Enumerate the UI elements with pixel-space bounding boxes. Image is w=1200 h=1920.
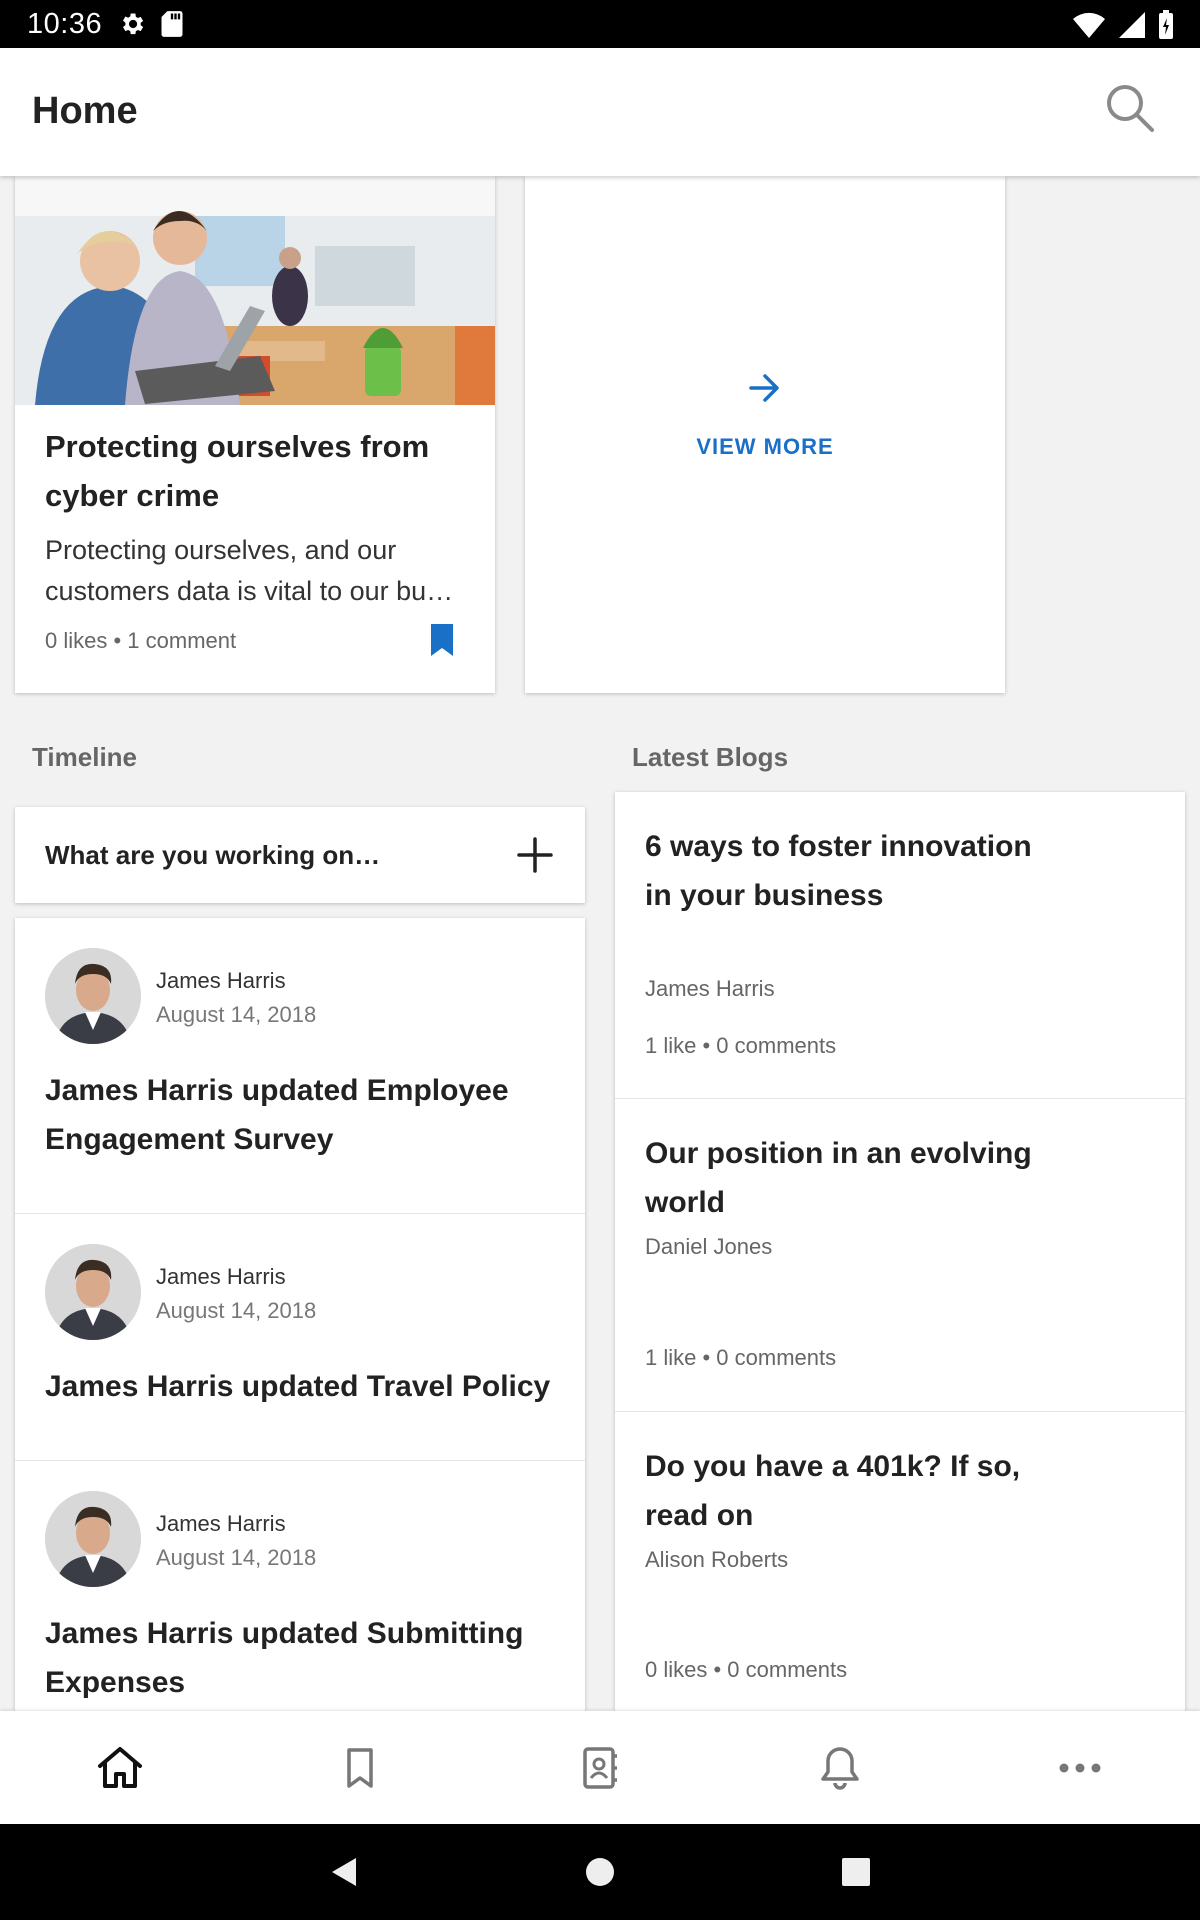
blog-title[interactable]: Our position in an evolving world [645, 1129, 1035, 1227]
article-description: Protecting ourselves, and our customers … [45, 535, 454, 606]
timeline-author[interactable]: James Harris [156, 1511, 286, 1537]
blog-meta: 1 like • 0 comments [645, 1345, 837, 1370]
blog-meta: 0 likes • 0 comments [645, 1657, 848, 1682]
battery-icon [1159, 10, 1173, 39]
timeline-author[interactable]: James Harris [156, 1264, 286, 1290]
blog-author: Daniel Jones [645, 1234, 773, 1259]
person-avatar-icon [45, 1491, 141, 1587]
timeline-text[interactable]: James Harris updated Travel Policy [45, 1362, 565, 1411]
status-time: 10:36 [27, 8, 103, 40]
avatar[interactable] [45, 1244, 141, 1340]
app-bar: Home [0, 48, 1200, 176]
blogs-list: 6 ways to foster innovation in your busi… [615, 792, 1185, 1711]
signal-icon [1119, 12, 1145, 38]
bottom-navigation [0, 1711, 1200, 1824]
blog-title[interactable]: Do you have a 401k? If so, read on [645, 1442, 1035, 1540]
bookmark-icon[interactable] [427, 622, 457, 658]
timeline-date: August 14, 2018 [156, 1298, 317, 1323]
plus-icon[interactable] [515, 835, 555, 875]
bookmark-icon[interactable] [333, 1741, 387, 1795]
blog-item[interactable]: Our position in an evolving world Daniel… [615, 1099, 1185, 1412]
person-avatar-icon [45, 948, 141, 1044]
avatar[interactable] [45, 1491, 141, 1587]
timeline-date: August 14, 2018 [156, 1545, 317, 1570]
timeline-list: James Harris August 14, 2018 James Harri… [15, 918, 585, 1711]
article-title[interactable]: Protecting ourselves from cyber crime [45, 422, 465, 520]
timeline-item[interactable]: James Harris August 14, 2018 James Harri… [15, 1214, 585, 1461]
directory-icon[interactable] [573, 1741, 627, 1795]
status-bar: 10:36 [0, 0, 1200, 48]
compose-post-field[interactable]: What are you working on… [15, 807, 585, 903]
featured-article-card[interactable]: Protecting ourselves from cyber crime Pr… [15, 176, 495, 693]
timeline-item[interactable]: James Harris August 14, 2018 James Harri… [15, 1461, 585, 1711]
blog-meta: 1 like • 0 comments [645, 1033, 837, 1058]
home-button-icon[interactable] [580, 1852, 620, 1892]
view-more-card[interactable]: VIEW MORE [525, 176, 1005, 693]
blog-item[interactable]: Do you have a 401k? If so, read on Aliso… [615, 1412, 1185, 1711]
back-icon[interactable] [324, 1852, 364, 1892]
timeline-section-title: Timeline [32, 742, 138, 772]
timeline-text[interactable]: James Harris updated Submitting Expenses [45, 1609, 565, 1707]
compose-placeholder[interactable]: What are you working on… [45, 840, 380, 871]
blog-item[interactable]: 6 ways to foster innovation in your busi… [615, 792, 1185, 1099]
wifi-icon [1073, 12, 1105, 39]
settings-icon [123, 13, 144, 35]
home-icon[interactable] [93, 1741, 147, 1795]
article-image [15, 176, 495, 405]
blog-author: James Harris [645, 976, 775, 1001]
search-icon[interactable] [1102, 80, 1158, 136]
article-meta: 0 likes • 1 comment [45, 628, 237, 653]
blog-title[interactable]: 6 ways to foster innovation in your busi… [645, 822, 1035, 920]
timeline-date: August 14, 2018 [156, 1002, 317, 1027]
timeline-author[interactable]: James Harris [156, 968, 286, 994]
system-navigation-bar [0, 1824, 1200, 1920]
avatar[interactable] [45, 948, 141, 1044]
person-avatar-icon [45, 1244, 141, 1340]
recents-icon[interactable] [836, 1852, 876, 1892]
arrow-right-icon [749, 374, 779, 402]
sd-card-icon [161, 11, 183, 37]
timeline-text[interactable]: James Harris updated Employee Engagement… [45, 1066, 565, 1164]
timeline-item[interactable]: James Harris August 14, 2018 James Harri… [15, 918, 585, 1214]
blogs-section-title: Latest Blogs [632, 742, 789, 772]
more-icon[interactable] [1053, 1741, 1107, 1795]
page-title: Home [32, 90, 138, 132]
view-more-button[interactable]: VIEW MORE [525, 434, 1005, 460]
blog-author: Alison Roberts [645, 1547, 789, 1572]
bell-icon[interactable] [813, 1741, 867, 1795]
